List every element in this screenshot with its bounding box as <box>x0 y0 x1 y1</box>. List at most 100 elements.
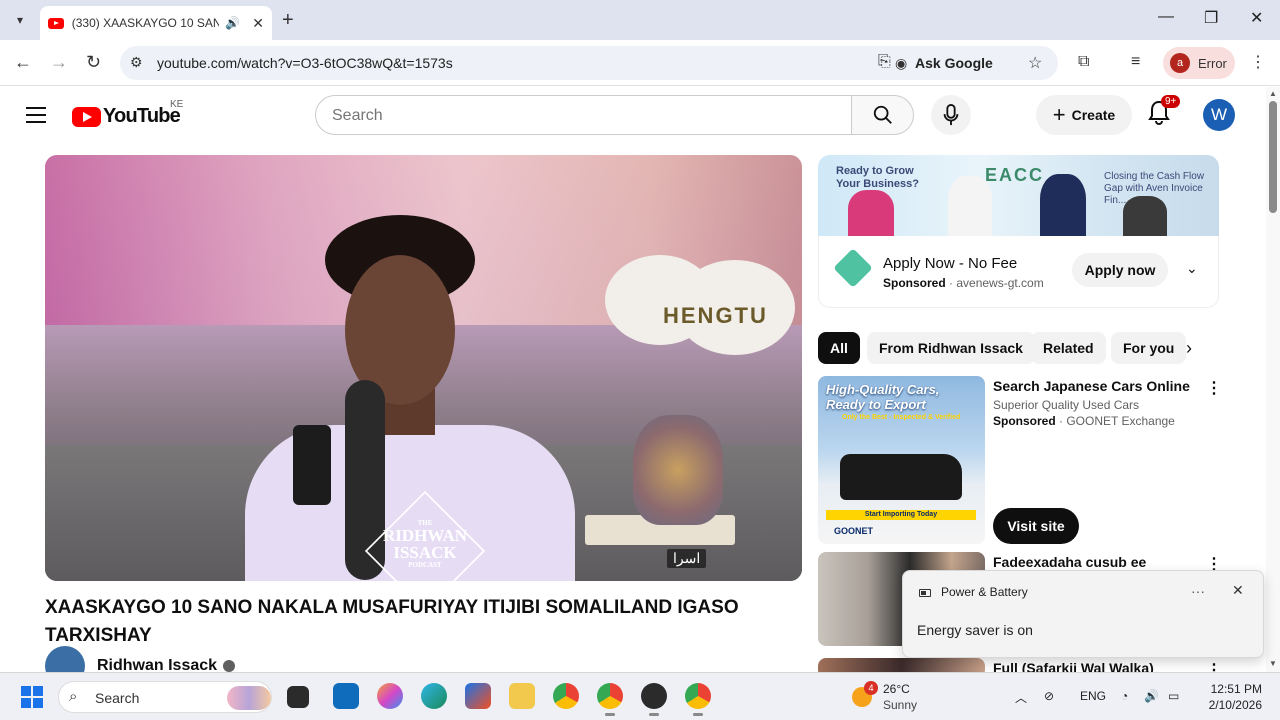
clock[interactable]: 12:51 PM 2/10/2026 <box>1196 681 1262 713</box>
create-label: Create <box>1071 107 1116 123</box>
active-tab[interactable]: (330) XAASKAYGO 10 SANO 🔊 ✕ <box>40 6 272 40</box>
close-tab-icon[interactable]: ✕ <box>252 15 264 32</box>
more-options-icon[interactable]: ⋮ <box>1206 660 1218 672</box>
install-app-icon[interactable]: ⎘ <box>878 53 891 71</box>
store-icon[interactable] <box>465 683 491 709</box>
system-notification[interactable]: Power & Battery ··· ✕ Energy saver is on <box>902 570 1264 658</box>
outlook-icon[interactable] <box>333 683 359 709</box>
notifications-button[interactable]: 9+ <box>1147 95 1181 129</box>
recommendation-thumbnail[interactable]: High-Quality Cars, Ready to Export Only … <box>818 376 985 544</box>
notification-app-name: Power & Battery <box>941 585 1028 599</box>
chevron-right-icon[interactable]: › <box>1186 338 1192 359</box>
recommendation-title[interactable]: Full (Safarkii Wal Walka) <box>993 658 1193 672</box>
file-explorer-icon[interactable] <box>509 683 535 709</box>
watermark-line2: ISSACK <box>393 543 457 562</box>
speaker-icon[interactable]: 🔊 <box>225 16 240 30</box>
show-hidden-icons[interactable]: ︿ <box>1015 689 1027 706</box>
language-indicator[interactable]: ENG <box>1080 689 1106 703</box>
chip-related[interactable]: Related <box>1031 332 1106 364</box>
youtube-logo[interactable]: YouTube KE <box>72 99 183 128</box>
minimize-icon[interactable]: — <box>1158 8 1174 26</box>
forward-icon[interactable]: → <box>50 52 68 73</box>
google-lens-icon[interactable]: ◉ <box>895 55 907 72</box>
scroll-down-icon[interactable]: ▼ <box>1269 659 1277 668</box>
task-view-icon[interactable] <box>287 686 309 708</box>
edge-icon[interactable] <box>421 683 447 709</box>
account-avatar[interactable]: W <box>1203 99 1235 131</box>
ad-figure-3 <box>1040 174 1086 236</box>
reload-icon[interactable]: ↻ <box>86 52 101 73</box>
chip-for-you[interactable]: For you <box>1111 332 1187 364</box>
restore-icon[interactable]: ❐ <box>1204 8 1218 28</box>
chevron-down-icon[interactable]: ⌄ <box>1186 260 1198 277</box>
search-icon: ⌕ <box>69 688 78 705</box>
chrome-dark-profile-icon[interactable] <box>641 683 667 716</box>
ad-sponsored-label: Sponsored <box>883 276 946 290</box>
chrome-active-icon[interactable] <box>685 683 711 716</box>
ad-banner-image[interactable]: Ready to Grow Your Business? EACC Closin… <box>818 155 1219 236</box>
ad-headline[interactable]: Apply Now - No Fee <box>883 255 1017 272</box>
chip-from-channel[interactable]: From Ridhwan Issack <box>867 332 1035 364</box>
recommendation-meta: Sponsored · GOONET Exchange <box>993 414 1175 428</box>
guide-menu-icon[interactable] <box>26 107 46 123</box>
host-phone <box>293 425 331 505</box>
sponsored-recommendation[interactable]: High-Quality Cars, Ready to Export Only … <box>818 376 1222 546</box>
address-bar[interactable]: ⚙ youtube.com/watch?v=O3-6tOC38wQ&t=1573… <box>120 46 1058 80</box>
volume-icon[interactable]: 🔊 <box>1144 689 1159 703</box>
video-player[interactable]: HENGTU THE RIDHWAN ISSACK PODCAST اسرا <box>45 155 802 581</box>
youtube-play-icon <box>72 106 101 127</box>
new-tab-button[interactable]: + <box>282 9 294 32</box>
more-options-icon[interactable]: ⋮ <box>1206 378 1222 398</box>
profile-button[interactable]: a Error <box>1163 47 1235 79</box>
advertiser-name: GOONET Exchange <box>1066 414 1175 428</box>
woven-basket <box>633 415 723 525</box>
notification-more-icon[interactable]: ··· <box>1191 583 1205 599</box>
notification-close-icon[interactable]: ✕ <box>1232 582 1244 599</box>
recommendation-item[interactable]: Full (Safarkii Wal Walka) ⋮ <box>818 658 1218 672</box>
recommendation-title[interactable]: Search Japanese Cars Online <box>993 376 1193 396</box>
ad-figure-1 <box>848 190 894 236</box>
chrome-icon[interactable] <box>553 683 579 709</box>
extensions-icon[interactable]: ⧉ <box>1078 53 1089 71</box>
thumb-headline: High-Quality Cars, Ready to Export <box>826 382 940 412</box>
scrollbar-thumb[interactable] <box>1269 101 1277 213</box>
close-window-icon[interactable]: ✕ <box>1250 8 1263 28</box>
ad-card[interactable]: Apply Now - No Fee Sponsored · avenews-g… <box>818 236 1219 308</box>
chrome-profile-icon[interactable] <box>597 683 623 716</box>
url-text[interactable]: youtube.com/watch?v=O3-6tOC38wQ&t=1573s <box>157 55 453 71</box>
plus-icon: + <box>1052 102 1066 127</box>
battery-tray-icon[interactable]: ▭ <box>1168 689 1179 703</box>
camera-off-icon[interactable]: ⊘ <box>1044 689 1054 703</box>
sponsored-label: Sponsored <box>993 414 1056 428</box>
create-button[interactable]: + Create <box>1036 95 1132 135</box>
back-icon[interactable]: ← <box>14 52 32 73</box>
chip-all[interactable]: All <box>818 332 860 364</box>
bookmark-star-icon[interactable]: ☆ <box>1028 53 1042 73</box>
search-input[interactable]: Search <box>315 95 852 135</box>
site-info-icon[interactable]: ⚙ <box>130 54 143 71</box>
tab-title: (330) XAASKAYGO 10 SANO <box>71 16 220 30</box>
tab-search-icon[interactable]: ▾ <box>8 8 32 32</box>
temperature: 26°C <box>883 682 910 696</box>
visit-site-button[interactable]: Visit site <box>993 508 1079 544</box>
page-scrollbar[interactable]: ▲ ▼ <box>1266 87 1280 672</box>
copilot-icon[interactable] <box>377 683 403 709</box>
chrome-menu-icon[interactable]: ⋮ <box>1250 52 1266 72</box>
taskbar-search[interactable]: ⌕ Search <box>58 681 272 713</box>
taskbar-search-label: Search <box>95 690 140 706</box>
thumb-sub: Only the Best - Inspected & Verified <box>842 414 961 421</box>
search-button[interactable] <box>851 95 914 135</box>
wifi-icon[interactable]: ◔ <box>1121 689 1128 703</box>
media-control-icon[interactable]: ≡ <box>1131 53 1140 71</box>
recommendation-thumbnail[interactable] <box>818 658 985 672</box>
voice-search-button[interactable] <box>931 95 971 135</box>
glove-brand-text: HENGTU <box>663 303 768 328</box>
start-button-icon[interactable] <box>21 686 43 708</box>
tab-strip: ▾ (330) XAASKAYGO 10 SANO 🔊 ✕ + — ❐ ✕ <box>0 0 1280 40</box>
video-title: XAASKAYGO 10 SANO NAKALA MUSAFURIYAY ITI… <box>45 597 739 646</box>
clock-date: 2/10/2026 <box>1208 698 1262 712</box>
ask-google-button[interactable]: Ask Google <box>915 55 993 71</box>
scroll-up-icon[interactable]: ▲ <box>1269 89 1277 98</box>
apply-now-button[interactable]: Apply now <box>1072 253 1168 287</box>
thumb-banner: Start Importing Today <box>826 510 976 520</box>
